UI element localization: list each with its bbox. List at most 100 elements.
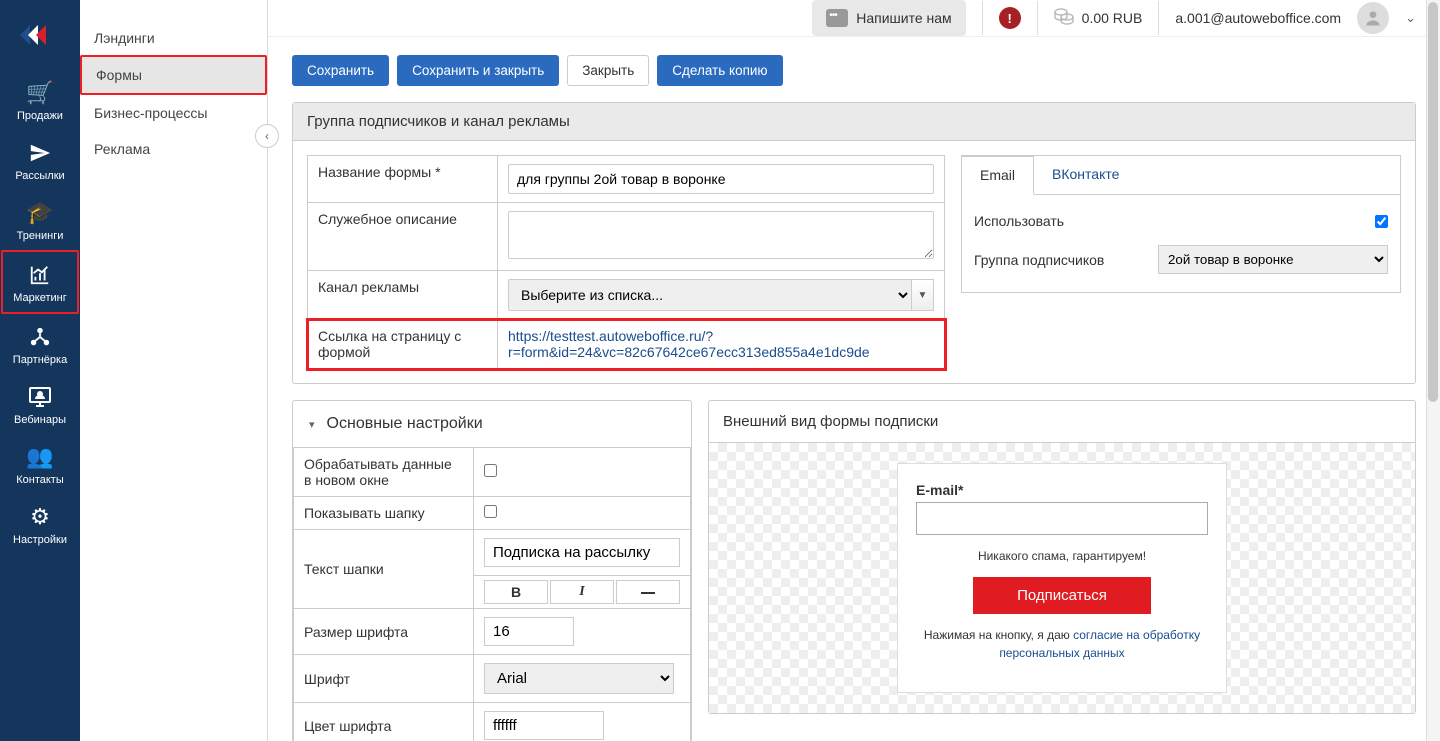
consent-text: Нажимая на кнопку, я даю согласие на обр… xyxy=(916,626,1208,662)
save-close-button[interactable]: Сохранить и закрыть xyxy=(397,55,559,86)
nav-mailings[interactable]: Рассылки xyxy=(1,130,79,190)
content-area: Напишите нам ! 0.00 RUB a.001@autoweboff… xyxy=(268,0,1440,741)
main-settings-panel: ▾ Основные настройки Обрабатывать данные… xyxy=(292,400,692,741)
subnav-forms[interactable]: Формы xyxy=(80,55,267,95)
field-label: Шрифт xyxy=(294,655,474,703)
nospam-text: Никакого спама, гарантируем! xyxy=(978,549,1146,563)
nav-label: Контакты xyxy=(16,474,64,486)
nav-label: Рассылки xyxy=(15,170,64,182)
nav-contacts[interactable]: 👥 Контакты xyxy=(1,434,79,494)
nav-label: Партнёрка xyxy=(13,354,67,366)
close-button[interactable]: Закрыть xyxy=(567,55,649,86)
send-icon xyxy=(29,140,51,166)
nav-label: Вебинары xyxy=(14,414,66,426)
graduation-icon: 🎓 xyxy=(26,200,53,226)
field-label: Ссылка на страницу с формой xyxy=(308,320,498,369)
form-props-table: Название формы * Служебное описание Кана… xyxy=(307,155,945,369)
divider xyxy=(1037,1,1038,35)
users-icon: 👥 xyxy=(26,444,53,470)
nav-label: Маркетинг xyxy=(13,292,66,304)
divider xyxy=(1158,1,1159,35)
nav-label: Настройки xyxy=(13,534,67,546)
nav-marketing[interactable]: Маркетинг xyxy=(1,250,79,314)
alert-icon[interactable]: ! xyxy=(999,7,1021,29)
accordion-toggle[interactable]: ▾ Основные настройки xyxy=(293,401,691,447)
form-page-link[interactable]: https://testtest.autoweboffice.ru/?r=for… xyxy=(508,328,870,360)
accordion-title: Основные настройки xyxy=(327,415,483,433)
new-window-checkbox[interactable] xyxy=(484,464,497,477)
scrollbar-thumb[interactable] xyxy=(1428,2,1438,402)
user-menu-caret[interactable]: ⌄ xyxy=(1405,10,1416,26)
ad-channel-select[interactable]: Выберите из списка... xyxy=(508,279,912,311)
subscribe-form-preview: E-mail* Никакого спама, гарантируем! Под… xyxy=(897,463,1227,693)
save-button[interactable]: Сохранить xyxy=(292,55,389,86)
group-label: Группа подписчиков xyxy=(974,252,1158,268)
header-text-input[interactable] xyxy=(484,538,680,567)
network-icon xyxy=(29,324,51,350)
field-label: Канал рекламы xyxy=(308,271,498,320)
show-header-checkbox[interactable] xyxy=(484,505,497,518)
field-label: Размер шрифта xyxy=(294,609,474,655)
font-select[interactable]: Arial xyxy=(484,663,674,694)
copy-button[interactable]: Сделать копию xyxy=(657,55,782,86)
topbar: Напишите нам ! 0.00 RUB a.001@autoweboff… xyxy=(268,0,1440,37)
font-color-input[interactable] xyxy=(484,711,604,740)
preview-panel: Внешний вид формы подписки E-mail* Никак… xyxy=(708,400,1416,714)
subscribers-panel: Группа подписчиков и канал рекламы Назва… xyxy=(292,102,1416,384)
monitor-icon xyxy=(28,384,52,410)
divider xyxy=(982,1,983,35)
font-size-input[interactable] xyxy=(484,617,574,646)
chat-button[interactable]: Напишите нам xyxy=(812,0,965,36)
sub-sidebar: Лэндинги Формы Бизнес-процессы Реклама ‹ xyxy=(80,0,268,741)
chart-icon xyxy=(29,262,51,288)
logo xyxy=(0,8,80,62)
subscribe-button[interactable]: Подписаться xyxy=(973,577,1151,614)
panel-title: Группа подписчиков и канал рекламы xyxy=(293,103,1415,141)
subscriber-group-select[interactable]: 2ой товар в воронке xyxy=(1158,245,1388,274)
chevron-down-icon: ▾ xyxy=(309,418,315,431)
field-label: Служебное описание xyxy=(308,203,498,271)
nav-sales[interactable]: 🛒 Продажи xyxy=(1,70,79,130)
tab-vk[interactable]: ВКонтакте xyxy=(1034,156,1137,194)
chat-label: Напишите нам xyxy=(856,10,951,26)
form-name-input[interactable] xyxy=(508,164,934,194)
field-label: Название формы * xyxy=(308,156,498,203)
italic-button[interactable]: I xyxy=(550,580,614,604)
preview-title: Внешний вид формы подписки xyxy=(709,401,1415,443)
chat-icon xyxy=(826,9,848,27)
nav-trainings[interactable]: 🎓 Тренинги xyxy=(1,190,79,250)
nav-partners[interactable]: Партнёрка xyxy=(1,314,79,374)
avatar[interactable] xyxy=(1357,2,1389,34)
field-label: Обрабатывать данные в новом окне xyxy=(294,448,474,497)
use-label: Использовать xyxy=(974,213,1375,229)
field-label: Цвет шрифта xyxy=(294,703,474,741)
bold-button[interactable]: B xyxy=(484,580,548,604)
subnav-landings[interactable]: Лэндинги xyxy=(80,20,267,56)
coins-icon xyxy=(1054,7,1074,30)
field-label: Показывать шапку xyxy=(294,497,474,530)
select-caret[interactable]: ▼ xyxy=(912,279,934,311)
scrollbar-track[interactable] xyxy=(1426,0,1440,741)
balance-value: 0.00 RUB xyxy=(1082,10,1143,26)
strike-button[interactable]: — xyxy=(616,580,680,604)
nav-label: Продажи xyxy=(17,110,63,122)
cart-icon: 🛒 xyxy=(26,80,53,106)
nav-settings[interactable]: ⚙ Настройки xyxy=(1,494,79,554)
nav-webinars[interactable]: Вебинары xyxy=(1,374,79,434)
user-email[interactable]: a.001@autoweboffice.com xyxy=(1175,10,1341,26)
collapse-subnav-button[interactable]: ‹ xyxy=(255,124,279,148)
preview-email-input[interactable] xyxy=(916,502,1208,535)
action-bar: Сохранить Сохранить и закрыть Закрыть Сд… xyxy=(292,55,1416,86)
subnav-bprocesses[interactable]: Бизнес-процессы xyxy=(80,95,267,131)
gear-icon: ⚙ xyxy=(30,504,50,530)
use-checkbox[interactable] xyxy=(1375,215,1388,228)
nav-label: Тренинги xyxy=(17,230,64,242)
main-sidebar: 🛒 Продажи Рассылки 🎓 Тренинги Маркетинг … xyxy=(0,0,80,741)
form-description-textarea[interactable] xyxy=(508,211,934,259)
balance-display[interactable]: 0.00 RUB xyxy=(1054,7,1143,30)
subnav-ads[interactable]: Реклама xyxy=(80,131,267,167)
email-label: E-mail* xyxy=(916,482,963,498)
channel-tabs: Email ВКонтакте Использовать Г xyxy=(961,155,1401,293)
tab-email[interactable]: Email xyxy=(962,156,1034,195)
field-label: Текст шапки xyxy=(294,530,474,609)
